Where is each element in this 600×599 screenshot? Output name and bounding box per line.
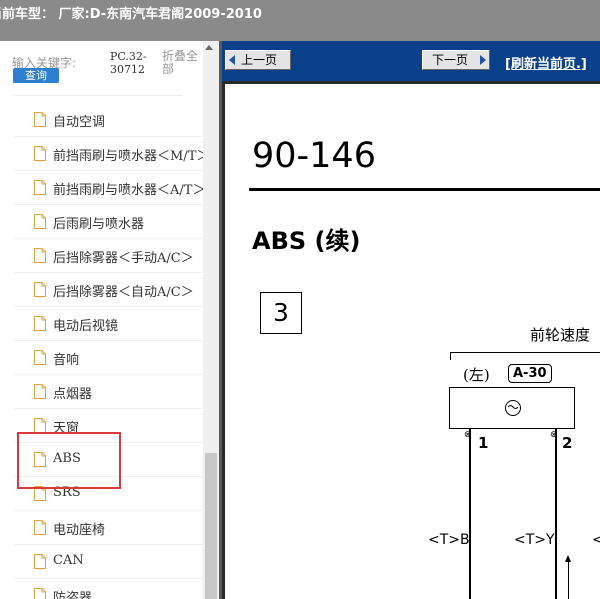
page-number: 90-146 (252, 136, 376, 176)
refresh-page-link[interactable]: [刷新当前页.] (505, 53, 587, 72)
document-icon (34, 384, 46, 399)
document-frame-left (222, 81, 225, 599)
document-icon (34, 146, 46, 161)
tree-item[interactable]: 电动座椅 (0, 511, 205, 545)
pin-terminal-icon: ⊗ (464, 430, 472, 440)
tree-item[interactable]: 后雨刷与喷水器 (0, 205, 205, 239)
tree-item[interactable]: CAN (0, 545, 205, 579)
tree-item[interactable]: 前挡雨刷与喷水器＜M/T＞ (0, 137, 209, 171)
document-icon (34, 282, 46, 297)
next-page-button[interactable]: 下一页 (422, 50, 490, 70)
tree-item-label: ABS (53, 451, 81, 466)
tree-item[interactable]: 音响 (0, 341, 205, 375)
document-icon (34, 486, 46, 501)
tree-item[interactable]: 电动后视镜 (0, 307, 205, 341)
wire-color-label-2: <T>Y (514, 532, 555, 548)
document-icon (34, 214, 46, 229)
query-button[interactable]: 查询 (13, 68, 59, 83)
arrow-left-icon (229, 55, 235, 65)
tree-item[interactable]: 前挡雨刷与喷水器＜A/T＞ (0, 171, 205, 205)
tree-item[interactable]: SRS (0, 477, 205, 511)
tree-item-label: 前挡雨刷与喷水器＜A/T＞ (53, 183, 206, 198)
search-area: 输入关键字: 查询 PC.32-30712 折叠全部 (0, 41, 219, 91)
tree-item-label: 防盗器 (53, 591, 93, 599)
tree-item-label: 音响 (53, 353, 80, 368)
tree-item-label: 点烟器 (53, 387, 93, 402)
previous-page-label: 上一页 (241, 53, 278, 67)
document-frame-top (222, 81, 600, 84)
section-title: ABS (续) (252, 227, 361, 255)
wire-pin-1 (469, 429, 471, 599)
wire-pin-2 (555, 429, 557, 599)
current-vehicle-title: 当前车型： 厂家:D-东南汽车君阁2009-2010 (0, 7, 262, 22)
arrow-line (568, 561, 569, 599)
pin-terminal-icon: ⊗ (550, 430, 558, 440)
tree-item-label: 后挡除雾器＜自动A/C＞ (53, 285, 194, 300)
tree-item[interactable]: ABS (0, 443, 205, 477)
document-icon (34, 316, 46, 331)
wheel-speed-label: 前轮速度 (530, 326, 591, 344)
tree-item-label: 前挡雨刷与喷水器＜M/T＞ (53, 149, 210, 164)
pin-number-1: 1 (478, 434, 489, 452)
tree-item-label: 电动后视镜 (53, 319, 119, 334)
side-label: (左) (463, 366, 490, 384)
document-icon (34, 520, 46, 535)
tree-item-label: 自动空调 (53, 115, 106, 130)
previous-page-button[interactable]: 上一页 (225, 50, 291, 70)
navigation-bar: 上一页 下一页 [刷新当前页.] (222, 41, 600, 81)
wire-color-label-1: <T>B (428, 532, 470, 548)
sidebar-scrollbar-thumb[interactable] (205, 453, 217, 599)
document-icon (34, 350, 46, 365)
arrow-right-icon (480, 55, 486, 65)
tree-item-label: 天窗 (53, 421, 80, 436)
step-number-box: 3 (260, 292, 302, 334)
divider (12, 95, 182, 96)
tree-item-label: 电动座椅 (53, 523, 106, 538)
sidebar: 输入关键字: 查询 PC.32-30712 折叠全部 自动空调前挡雨刷与喷水器＜… (0, 41, 219, 599)
tree-list: 自动空调前挡雨刷与喷水器＜M/T＞ 前挡雨刷与喷水器＜A/T＞ 后雨刷与喷水器后挡除… (0, 103, 209, 599)
tree-item[interactable]: 点烟器 (0, 375, 205, 409)
document-icon (34, 180, 46, 195)
page-header-rule (249, 188, 600, 191)
tree-item-label: 后挡除雾器＜手动A/C＞ (53, 251, 194, 266)
tree-item[interactable]: 自动空调 (0, 103, 205, 137)
document-icon (34, 418, 46, 433)
sensor-bracket (450, 352, 600, 360)
sine-wave-icon (508, 405, 518, 409)
document-icon (34, 452, 46, 467)
window-titlebar: 当前车型： 厂家:D-东南汽车君阁2009-2010 (0, 0, 600, 41)
connector-code: A-30 (508, 364, 552, 383)
document-viewer: 上一页 下一页 [刷新当前页.] 90-146 ABS (续) 3 前轮速度 (… (222, 41, 600, 599)
tree-item[interactable]: 后挡除雾器＜自动A/C＞ (0, 273, 205, 307)
document-icon (34, 554, 46, 569)
tree-item-label: SRS (53, 485, 81, 500)
next-page-label: 下一页 (432, 53, 469, 67)
tree-item[interactable]: 天窗 (0, 409, 205, 443)
tree-item-label: CAN (53, 553, 84, 568)
wire-color-label-3: < (592, 532, 600, 548)
tree-item-label: 后雨刷与喷水器 (53, 217, 145, 232)
document-icon (34, 248, 46, 263)
pin-number-2: 2 (562, 434, 573, 452)
scroll-up-arrow-icon[interactable] (205, 45, 213, 50)
tree-item[interactable]: 后挡除雾器＜手动A/C＞ (0, 239, 205, 273)
fold-all-link[interactable]: 折叠全部 (162, 50, 202, 76)
tree-item[interactable]: 防盗器 (0, 579, 205, 599)
document-icon (34, 588, 46, 599)
document-icon (34, 112, 46, 127)
pc-code: PC.32-30712 (110, 50, 147, 76)
